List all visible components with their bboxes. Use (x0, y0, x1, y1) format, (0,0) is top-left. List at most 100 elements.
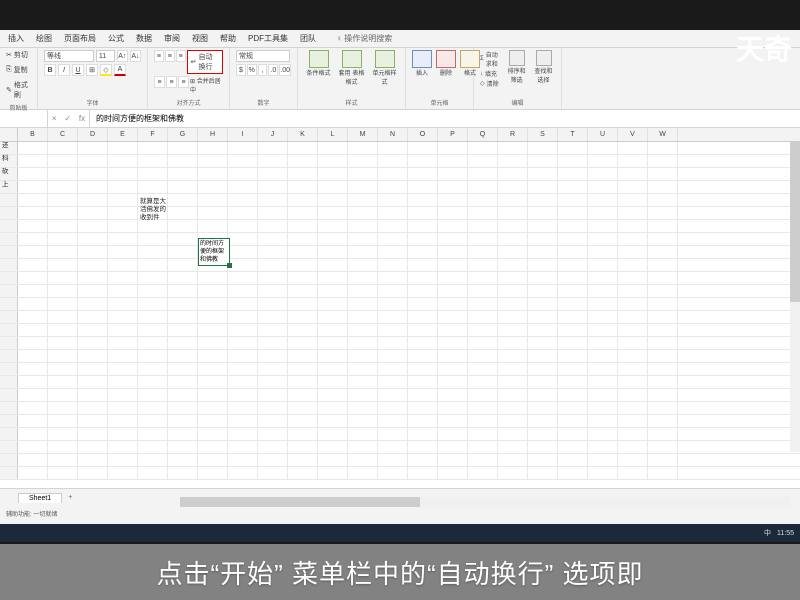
scrollbar-thumb[interactable] (790, 142, 800, 302)
ime-indicator[interactable]: 中 (764, 528, 771, 538)
spreadsheet-grid[interactable]: B C D E F G H I J K L M N O P Q R S T U … (0, 128, 800, 488)
conditional-format-button[interactable]: 条件格式 (304, 50, 333, 77)
font-color-button[interactable]: A (114, 64, 126, 76)
tab-layout[interactable]: 页面布局 (64, 33, 96, 44)
column-headers: B C D E F G H I J K L M N O P Q R S T U … (0, 128, 800, 142)
tab-view[interactable]: 视图 (192, 33, 208, 44)
bold-button[interactable]: B (44, 64, 56, 76)
cell-styles-button[interactable]: 单元格样式 (370, 50, 399, 86)
ribbon-tabs: 插入 绘图 页面布局 公式 数据 审阅 视图 帮助 PDF工具集 团队 ♀ 操作… (0, 30, 800, 48)
active-cell[interactable]: 的时间方 便的框架 和佛教 (198, 238, 230, 266)
scrollbar-vertical[interactable] (790, 142, 800, 452)
format-painter-button[interactable]: ✎ 格式刷 (6, 80, 31, 100)
cut-button[interactable]: ✂ 剪切 (6, 50, 28, 60)
col-header[interactable]: W (648, 128, 678, 141)
cells-group: 插入 删除 格式 单元格 (406, 48, 474, 109)
tab-insert[interactable]: 插入 (8, 33, 24, 44)
add-sheet-button[interactable]: + (68, 494, 72, 501)
col-header[interactable]: M (348, 128, 378, 141)
fill-button[interactable]: ↓ 填充 (480, 69, 501, 78)
align-right-icon[interactable]: ≡ (178, 76, 189, 88)
col-header[interactable]: F (138, 128, 168, 141)
col-header[interactable]: D (78, 128, 108, 141)
grid-rows[interactable] (0, 142, 800, 480)
cell-text: 科 (2, 155, 9, 163)
cell-text: 砍 (2, 168, 9, 176)
col-header[interactable]: V (618, 128, 648, 141)
col-header[interactable]: G (168, 128, 198, 141)
align-mid-icon[interactable]: ≡ (165, 50, 175, 62)
col-header[interactable]: Q (468, 128, 498, 141)
col-header[interactable]: O (408, 128, 438, 141)
styles-group: 条件格式 套用 表格格式 单元格样式 样式 (298, 48, 406, 109)
font-name-select[interactable]: 等线 (44, 50, 94, 62)
tell-me-search[interactable]: ♀ 操作说明搜索 (336, 33, 404, 44)
col-header[interactable]: P (438, 128, 468, 141)
sort-filter-button[interactable]: 排序和筛选 (505, 50, 528, 89)
table-format-button[interactable]: 套用 表格格式 (337, 50, 366, 86)
fill-color-button[interactable]: ◇ (100, 64, 112, 76)
comma-icon[interactable]: , (258, 64, 268, 76)
enter-icon[interactable]: ✓ (64, 114, 71, 123)
font-group: 等线 11 A↑ A↓ B I U ⊞ ◇ A 字体 (38, 48, 148, 109)
tab-team[interactable]: 团队 (300, 33, 316, 44)
tab-draw[interactable]: 绘图 (36, 33, 52, 44)
decrease-font-icon[interactable]: A↓ (130, 50, 141, 62)
cell-text: 还 (2, 142, 9, 150)
col-header[interactable]: I (228, 128, 258, 141)
percent-icon[interactable]: % (247, 64, 257, 76)
clock[interactable]: 11:55 (777, 530, 794, 537)
currency-icon[interactable]: $ (236, 64, 246, 76)
select-all-corner[interactable] (0, 128, 18, 141)
align-bot-icon[interactable]: ≡ (176, 50, 186, 62)
tab-pdf[interactable]: PDF工具集 (248, 33, 288, 44)
underline-button[interactable]: U (72, 64, 84, 76)
formula-input[interactable]: 的时间方便的框架和佛教 (90, 113, 800, 124)
inc-decimal-icon[interactable]: .0 (268, 64, 278, 76)
border-button[interactable]: ⊞ (86, 64, 98, 76)
align-left-icon[interactable]: ≡ (154, 76, 165, 88)
col-header[interactable]: U (588, 128, 618, 141)
autosum-button[interactable]: Σ 自动求和 (480, 50, 501, 68)
col-header[interactable]: K (288, 128, 318, 141)
cancel-icon[interactable]: × (52, 114, 57, 123)
number-format-select[interactable]: 常规 (236, 50, 290, 62)
insert-cells-button[interactable]: 插入 (412, 50, 432, 77)
col-header[interactable]: S (528, 128, 558, 141)
editing-label: 编辑 (480, 98, 555, 107)
col-header[interactable]: T (558, 128, 588, 141)
fx-icon[interactable]: fx (79, 114, 85, 123)
col-header[interactable]: B (18, 128, 48, 141)
tab-data[interactable]: 数据 (136, 33, 152, 44)
scrollbar-horizontal[interactable] (180, 497, 790, 507)
copy-button[interactable]: ⎘ 复制 (6, 65, 28, 75)
font-size-select[interactable]: 11 (96, 50, 115, 62)
increase-font-icon[interactable]: A↑ (117, 50, 128, 62)
col-header[interactable]: J (258, 128, 288, 141)
wrap-text-button[interactable]: ↵ 自动换行 (187, 50, 223, 74)
fx-buttons: × ✓ fx (48, 110, 90, 127)
tab-formulas[interactable]: 公式 (108, 33, 124, 44)
col-header[interactable]: R (498, 128, 528, 141)
tab-review[interactable]: 审阅 (164, 33, 180, 44)
italic-button[interactable]: I (58, 64, 70, 76)
delete-cells-button[interactable]: 删除 (436, 50, 456, 77)
dec-decimal-icon[interactable]: .00 (279, 64, 291, 76)
tab-help[interactable]: 帮助 (220, 33, 236, 44)
col-header[interactable]: E (108, 128, 138, 141)
font-label: 字体 (44, 98, 141, 107)
sheet-tab-1[interactable]: Sheet1 (18, 493, 62, 503)
clear-button[interactable]: ◇ 清除 (480, 79, 501, 88)
name-box[interactable] (0, 110, 48, 127)
align-top-icon[interactable]: ≡ (154, 50, 164, 62)
col-header[interactable]: L (318, 128, 348, 141)
col-header[interactable]: H (198, 128, 228, 141)
col-header[interactable]: N (378, 128, 408, 141)
align-center-icon[interactable]: ≡ (166, 76, 177, 88)
number-label: 数字 (236, 98, 291, 107)
col-header[interactable]: C (48, 128, 78, 141)
cell-text: 上 (2, 181, 9, 189)
scrollbar-thumb[interactable] (180, 497, 420, 507)
merge-center-button[interactable]: ⊞ 合并后居中 (190, 76, 223, 94)
find-select-button[interactable]: 查找和选择 (532, 50, 555, 89)
